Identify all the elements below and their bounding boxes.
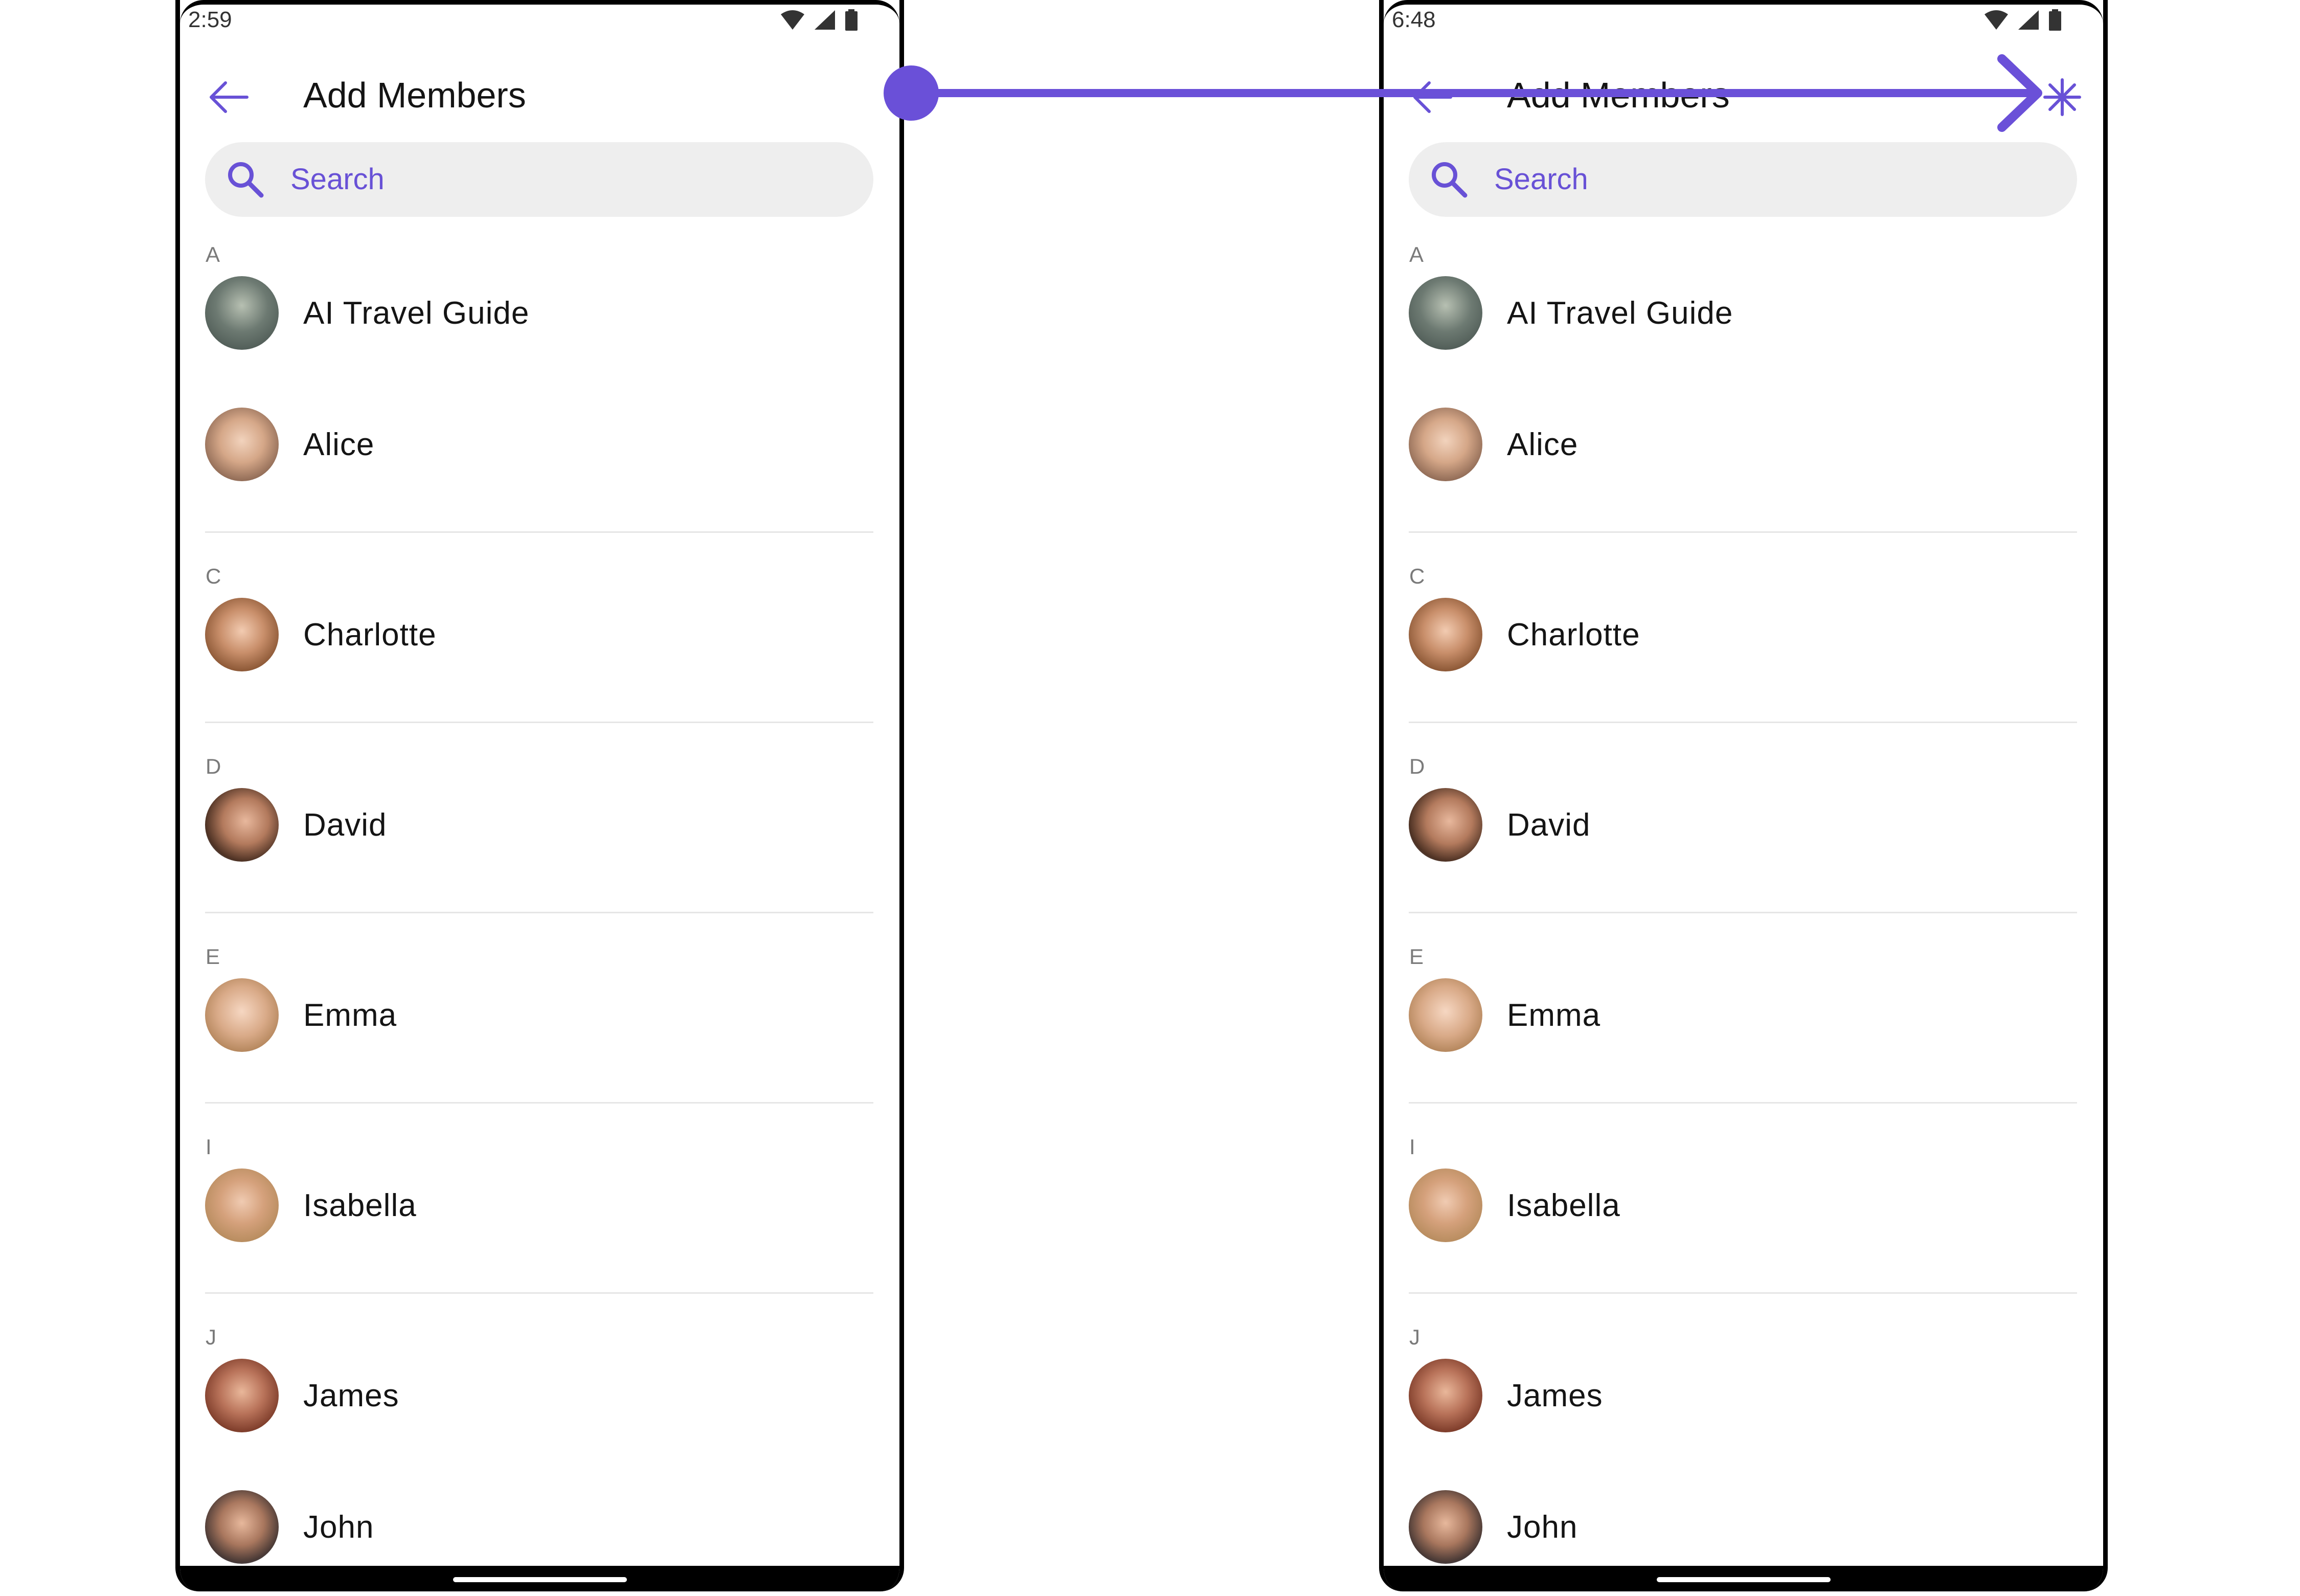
section-divider [1409, 1292, 2077, 1294]
signal-icon [815, 10, 835, 30]
avatar [205, 1359, 279, 1432]
avatar [205, 1490, 279, 1564]
battery-icon [2049, 9, 2061, 31]
member-row[interactable]: Isabella [180, 1146, 899, 1242]
status-bar: 2:59 [180, 0, 899, 41]
member-name: Emma [303, 998, 397, 1033]
section-divider [1409, 912, 2077, 913]
status-time: 2:59 [188, 7, 232, 32]
member-row[interactable]: David [180, 766, 899, 862]
section-divider [205, 1292, 873, 1294]
navigation-bar [180, 1566, 899, 1591]
member-name: David [1507, 807, 1591, 843]
section-divider [1409, 531, 2077, 533]
member-row[interactable]: John [1384, 1468, 2103, 1564]
page-title: Add Members [303, 75, 526, 115]
section-divider [205, 531, 873, 533]
search-icon [1432, 162, 1468, 198]
search-placeholder: Search [290, 163, 385, 196]
member-row[interactable]: Isabella [1384, 1146, 2103, 1242]
member-row[interactable]: AI Travel Guide [180, 254, 899, 350]
member-name: Emma [1507, 998, 1601, 1033]
status-bar: 6:48 [1384, 0, 2103, 41]
avatar [205, 978, 279, 1052]
page-title: Add Members [1507, 75, 1730, 115]
member-name: AI Travel Guide [1507, 296, 1733, 331]
status-icons [1985, 9, 2061, 31]
avatar [1409, 598, 1482, 671]
asterisk-icon [2043, 78, 2081, 116]
status-time: 6:48 [1392, 7, 1436, 32]
member-name: Charlotte [1507, 617, 1640, 653]
member-name: Isabella [303, 1188, 417, 1223]
section-divider [1409, 1102, 2077, 1104]
navigation-bar [1384, 1566, 2103, 1591]
signal-icon [2018, 10, 2039, 30]
member-row[interactable]: AI Travel Guide [1384, 254, 2103, 350]
member-row[interactable]: John [180, 1468, 899, 1564]
avatar [1409, 276, 1482, 350]
member-row[interactable]: Charlotte [180, 575, 899, 671]
app-header: Add Members [180, 59, 899, 130]
avatar [1409, 1359, 1482, 1432]
home-indicator[interactable] [1656, 1577, 1831, 1582]
member-row[interactable]: Alice [1384, 385, 2103, 481]
section-divider [1409, 722, 2077, 723]
arrow-left-icon [210, 81, 249, 113]
member-row[interactable]: James [1384, 1336, 2103, 1432]
phone-screen-after: 6:48 Add Members Search A AI Travel Guid… [1379, 0, 2108, 1591]
section-divider [205, 912, 873, 913]
section-divider [205, 1102, 873, 1104]
search-input[interactable]: Search [205, 142, 873, 217]
section-divider [205, 722, 873, 723]
member-name: David [303, 807, 387, 843]
member-name: Charlotte [303, 617, 437, 653]
avatar [1409, 1168, 1482, 1242]
member-name: James [303, 1378, 399, 1413]
member-row[interactable]: Charlotte [1384, 575, 2103, 671]
member-name: John [1507, 1510, 1578, 1545]
member-row[interactable]: Alice [180, 385, 899, 481]
avatar [205, 598, 279, 671]
avatar [205, 1168, 279, 1242]
arrow-left-icon [1413, 81, 1452, 113]
status-icons [781, 9, 858, 31]
back-button[interactable] [1409, 74, 1455, 120]
member-row[interactable]: James [180, 1336, 899, 1432]
member-name: AI Travel Guide [303, 296, 530, 331]
search-input[interactable]: Search [1409, 142, 2077, 217]
member-row[interactable]: Emma [180, 956, 899, 1052]
wifi-icon [781, 10, 804, 30]
search-placeholder: Search [1494, 163, 1588, 196]
wifi-icon [1985, 10, 2008, 30]
member-name: James [1507, 1378, 1603, 1413]
back-button[interactable] [206, 74, 252, 120]
member-row[interactable]: Emma [1384, 956, 2103, 1052]
search-icon [228, 162, 264, 198]
battery-icon [845, 9, 858, 31]
avatar [205, 408, 279, 481]
member-row[interactable]: David [1384, 766, 2103, 862]
avatar [205, 276, 279, 350]
home-indicator[interactable] [453, 1577, 627, 1582]
app-header: Add Members [1384, 59, 2103, 130]
phone-screen-before: 2:59 Add Members Search A AI Travel Guide… [175, 0, 904, 1591]
member-name: Alice [1507, 427, 1579, 462]
avatar [1409, 408, 1482, 481]
member-name: Isabella [1507, 1188, 1620, 1223]
avatar [1409, 1490, 1482, 1564]
asterisk-button[interactable] [2037, 72, 2088, 123]
avatar [205, 788, 279, 862]
avatar [1409, 788, 1482, 862]
member-name: Alice [303, 427, 375, 462]
avatar [1409, 978, 1482, 1052]
member-name: John [303, 1510, 374, 1545]
